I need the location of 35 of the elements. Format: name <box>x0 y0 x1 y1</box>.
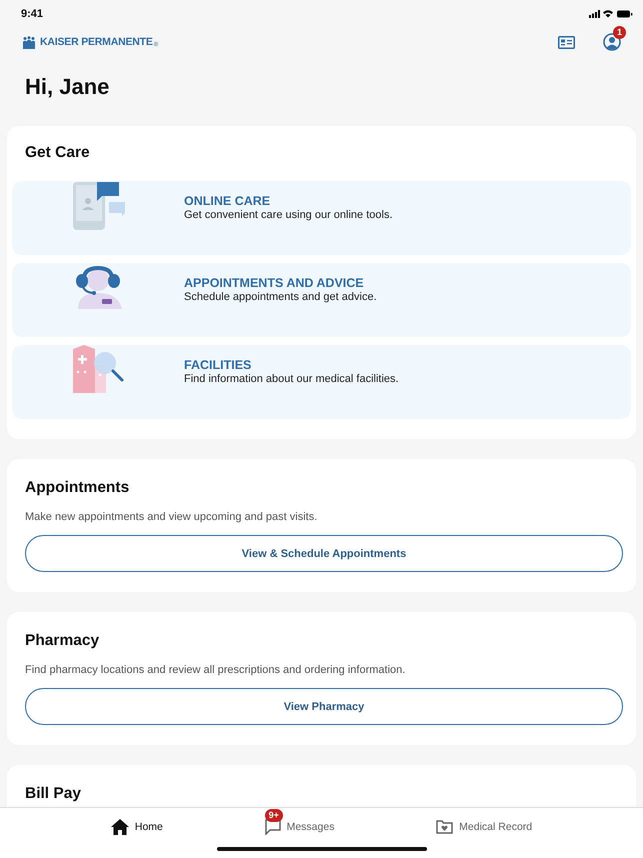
notification-badge: 9+ <box>264 809 283 822</box>
greeting: Hi, Jane <box>25 74 110 101</box>
care-option[interactable]: FACILITIES Find information about our medical facilities. <box>12 345 631 419</box>
option-description: Get convenient care using our online tools. <box>184 209 393 221</box>
id-card-icon[interactable] <box>558 36 575 48</box>
care-option[interactable]: APPOINTMENTS AND ADVICE Schedule appointments and get advice. <box>12 263 631 337</box>
tab-item[interactable]: Medical Record <box>436 808 532 835</box>
hospital-search-drawing <box>72 345 126 393</box>
folder-heart-icon <box>436 820 454 834</box>
status-icons <box>589 8 633 18</box>
option-title: ONLINE CARE <box>184 194 272 208</box>
card-description: Find pharmacy locations and review all prescriptions and ordering information. <box>25 664 406 676</box>
tab-item[interactable]: Home <box>110 808 163 835</box>
care-option[interactable]: ONLINE CARE Get convenient care using our online tools. <box>12 181 631 255</box>
card-title: Get Care <box>25 144 91 162</box>
card-description: Make new appointments and view upcoming and past visits. <box>25 511 318 523</box>
home-icon <box>110 819 129 835</box>
logo-text: KAISER PERMANENTE <box>40 36 153 48</box>
card-title: Bill Pay <box>25 785 82 803</box>
option-title: APPOINTMENTS AND ADVICE <box>184 276 365 290</box>
chat-icon <box>264 819 281 835</box>
phone-chat-drawing <box>72 181 126 231</box>
action-button[interactable]: View Pharmacy <box>25 688 623 725</box>
option-title: FACILITIES <box>184 358 252 372</box>
headset-person-drawing <box>74 263 124 309</box>
notification-badge: 1 <box>613 26 626 39</box>
logo-icon <box>22 36 36 48</box>
card-title: Appointments <box>25 479 130 497</box>
action-button[interactable]: View & Schedule Appointments <box>25 535 623 572</box>
profile-icon[interactable] <box>603 33 621 51</box>
status-time: 9:41 <box>21 8 44 20</box>
option-description: Find information about our medical facilities. <box>184 373 399 385</box>
card-title: Pharmacy <box>25 632 100 650</box>
option-description: Schedule appointments and get advice. <box>184 291 377 303</box>
tab-item[interactable]: 9+ Messages <box>264 808 334 835</box>
